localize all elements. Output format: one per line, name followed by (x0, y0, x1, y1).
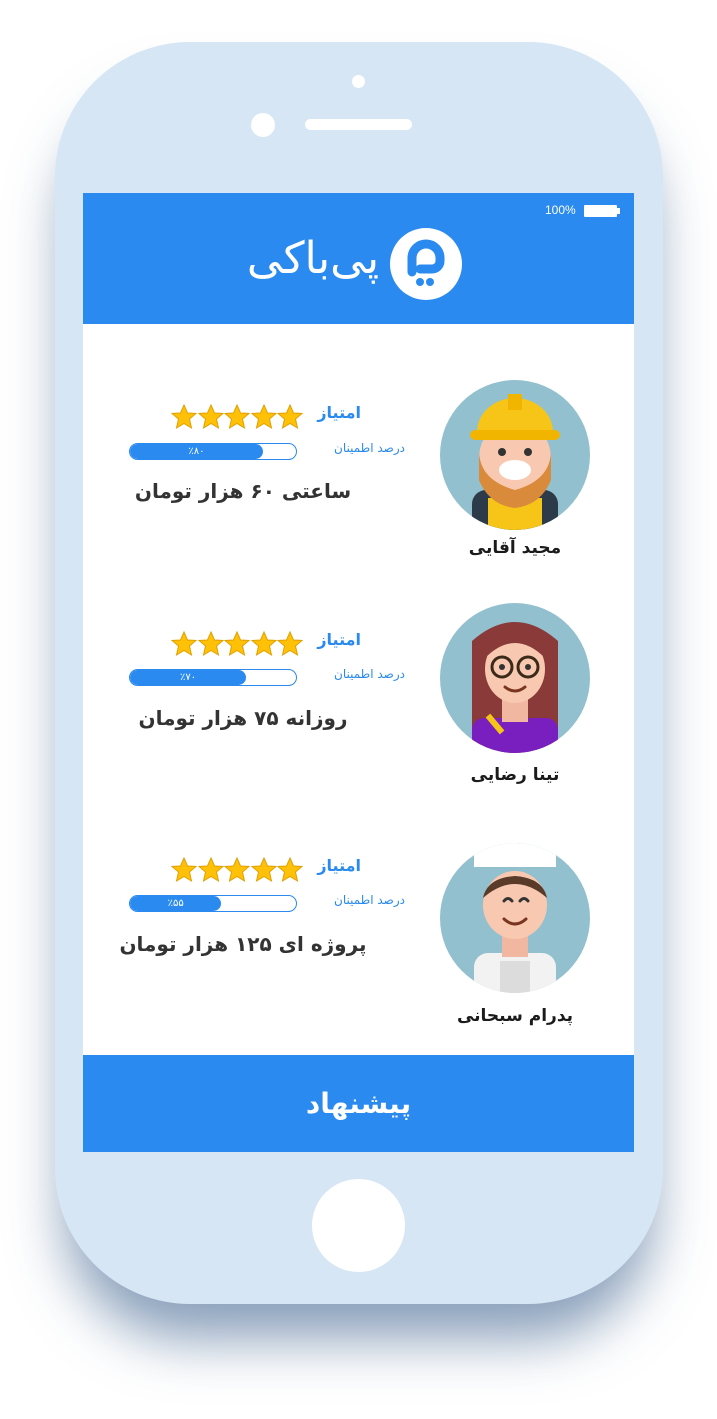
star-icon (276, 403, 304, 430)
star-icon (170, 856, 198, 883)
star-rating (170, 630, 304, 657)
chef-avatar (440, 843, 590, 993)
worker-card[interactable]: پدرام سبحانی امتیاز درصد اطمینان ٪۵۵ پرو… (83, 796, 634, 1026)
app-header: 100% پی‌باکی (83, 193, 634, 324)
star-icon (276, 856, 304, 883)
star-icon (223, 630, 251, 657)
worker-name: مجید آقایی (468, 538, 562, 558)
brand-name: پی‌باکی (246, 233, 380, 284)
trust-progress-bar: ٪۸۰ (129, 443, 297, 460)
front-camera (251, 113, 275, 137)
score-label: امتیاز (317, 630, 361, 649)
proximity-sensor (352, 75, 365, 88)
star-icon (250, 403, 277, 430)
star-icon (250, 856, 277, 883)
star-icon (250, 630, 277, 657)
price-text: ساعتی ۶۰ هزار تومان (134, 479, 352, 503)
star-rating (170, 403, 304, 430)
trust-percent: ٪۵۵ (167, 898, 184, 909)
star-icon (223, 856, 251, 883)
star-icon (197, 856, 224, 883)
worker-name: تینا رضایی (470, 765, 560, 785)
trust-progress-bar: ٪۷۰ (129, 669, 297, 686)
suggest-button[interactable]: پیشنهاد (83, 1055, 634, 1152)
worker-name: پدرام سبحانی (456, 1006, 574, 1026)
trust-label: درصد اطمینان (334, 667, 405, 681)
construction-worker-avatar (440, 380, 590, 530)
battery-icon (584, 205, 620, 217)
battery-percent: 100% (545, 203, 576, 217)
price-text: پروژه ای ۱۲۵ هزار تومان (119, 932, 367, 956)
score-label: امتیاز (317, 856, 361, 875)
star-icon (223, 403, 251, 430)
trust-label: درصد اطمینان (334, 441, 405, 455)
star-icon (170, 630, 198, 657)
worker-card[interactable]: تینا رضایی امتیاز درصد اطمینان ٪۷۰ روزان… (83, 570, 634, 790)
earpiece-speaker (305, 119, 412, 130)
star-icon (197, 403, 224, 430)
star-icon (276, 630, 304, 657)
trust-percent: ٪۷۰ (180, 672, 197, 683)
trust-label: درصد اطمینان (334, 893, 405, 907)
score-label: امتیاز (317, 403, 361, 422)
artist-woman-avatar (440, 603, 590, 753)
trust-percent: ٪۸۰ (188, 446, 205, 457)
star-icon (170, 403, 198, 430)
star-icon (197, 630, 224, 657)
app-screen: 100% پی‌باکی (83, 193, 634, 1152)
worker-card[interactable]: مجید آقایی امتیاز درصد اطمینان ٪۸۰ ساعتی… (83, 343, 634, 563)
trust-progress-bar: ٪۵۵ (129, 895, 297, 912)
pibaki-logo-icon (390, 228, 462, 300)
price-text: روزانه ۷۵ هزار تومان (138, 706, 348, 730)
home-button[interactable] (312, 1179, 405, 1272)
star-rating (170, 856, 304, 883)
